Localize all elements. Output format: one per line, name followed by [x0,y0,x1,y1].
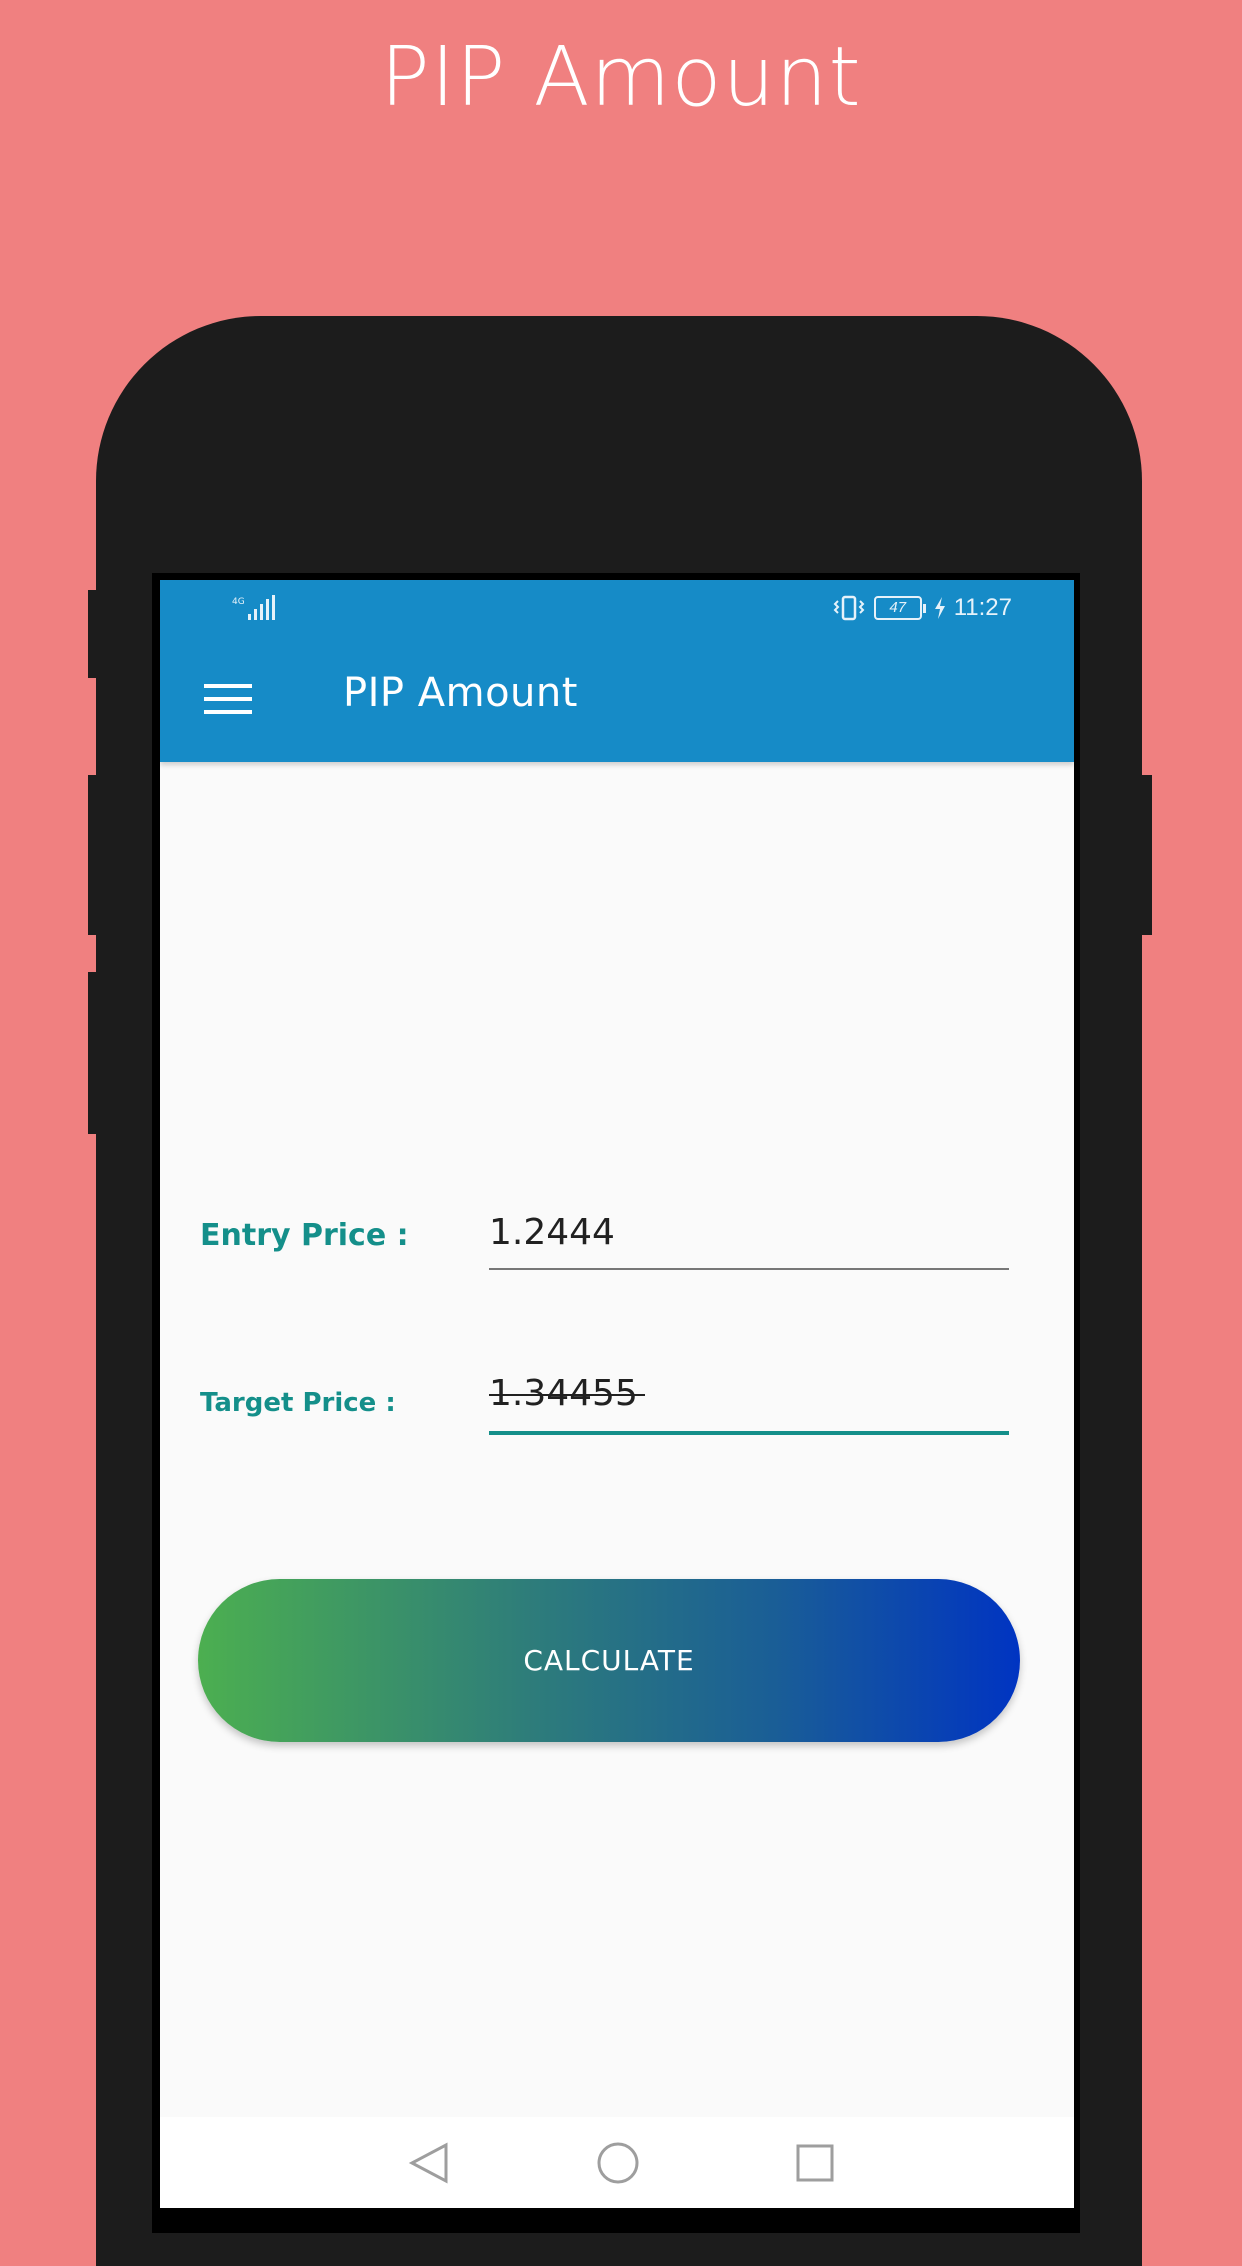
square-recents-icon[interactable] [785,2133,845,2193]
phone-volume-down-button [88,972,102,1134]
status-time: 11:27 [953,594,1012,621]
entry-price-underline [489,1268,1009,1270]
hamburger-menu-icon[interactable] [204,684,252,714]
phone-power-button [1136,775,1152,935]
app-bar-title: PIP Amount [343,670,578,716]
phone-side-button-top-left [88,590,102,678]
entry-price-label: Entry Price : [200,1218,409,1253]
calculate-button[interactable]: CALCULATE [198,1579,1020,1742]
triangle-back-icon[interactable] [400,2133,460,2193]
network-type-label: 4G [232,597,245,607]
charging-bolt-icon [934,597,945,619]
target-price-label: Target Price : [200,1388,396,1418]
app-bar: 4G 47 11:27 PIP Amount [160,580,1074,762]
target-price-input[interactable] [489,1363,1009,1423]
target-price-text-underline [489,1394,645,1396]
system-nav-bar [160,2117,1074,2208]
vibrate-icon [833,595,865,621]
phone-volume-up-button [88,775,102,935]
circle-home-icon[interactable] [588,2133,648,2193]
status-bar: 4G 47 11:27 [160,580,1074,636]
signal-icon: 4G [232,595,275,620]
promo-title: PIP Amount [380,30,862,125]
target-price-underline-focused [489,1431,1009,1435]
battery-icon: 47 [873,596,926,620]
app-screen: 4G 47 11:27 PIP Amount Entry Price: 1.2… [160,580,1074,2208]
status-right-group: 47 11:27 [832,590,1012,626]
entry-price-input[interactable] [489,1202,1009,1262]
